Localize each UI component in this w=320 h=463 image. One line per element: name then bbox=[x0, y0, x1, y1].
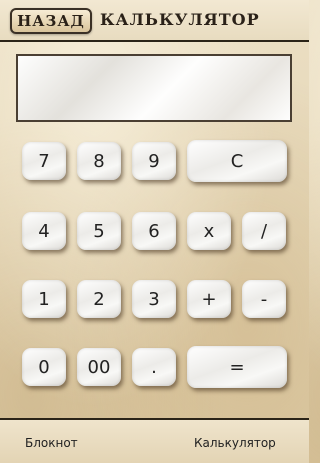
back-button[interactable]: НАЗАД bbox=[10, 8, 92, 34]
key-0[interactable]: 0 bbox=[22, 348, 66, 386]
calculator-display bbox=[16, 54, 292, 122]
key-7[interactable]: 7 bbox=[22, 142, 66, 180]
key-plus[interactable]: + bbox=[187, 280, 231, 318]
tab-calculator[interactable]: Калькулятор bbox=[194, 436, 276, 450]
page-title: КАЛЬКУЛЯТОР bbox=[100, 10, 260, 29]
key-8[interactable]: 8 bbox=[77, 142, 121, 180]
key-minus[interactable]: - bbox=[242, 280, 286, 318]
bottom-tab-bar: Блокнот Калькулятор bbox=[0, 418, 309, 463]
key-3[interactable]: 3 bbox=[132, 280, 176, 318]
key-clear[interactable]: C bbox=[187, 140, 287, 182]
header-bar: НАЗАД КАЛЬКУЛЯТОР bbox=[0, 0, 309, 42]
key-equals[interactable]: = bbox=[187, 346, 287, 388]
key-divide[interactable]: / bbox=[242, 212, 286, 250]
key-00[interactable]: 00 bbox=[77, 348, 121, 386]
key-multiply[interactable]: x bbox=[187, 212, 231, 250]
key-5[interactable]: 5 bbox=[77, 212, 121, 250]
key-6[interactable]: 6 bbox=[132, 212, 176, 250]
key-2[interactable]: 2 bbox=[77, 280, 121, 318]
key-dot[interactable]: . bbox=[132, 348, 176, 386]
key-1[interactable]: 1 bbox=[22, 280, 66, 318]
key-9[interactable]: 9 bbox=[132, 142, 176, 180]
key-4[interactable]: 4 bbox=[22, 212, 66, 250]
tab-notepad[interactable]: Блокнот bbox=[25, 436, 78, 450]
